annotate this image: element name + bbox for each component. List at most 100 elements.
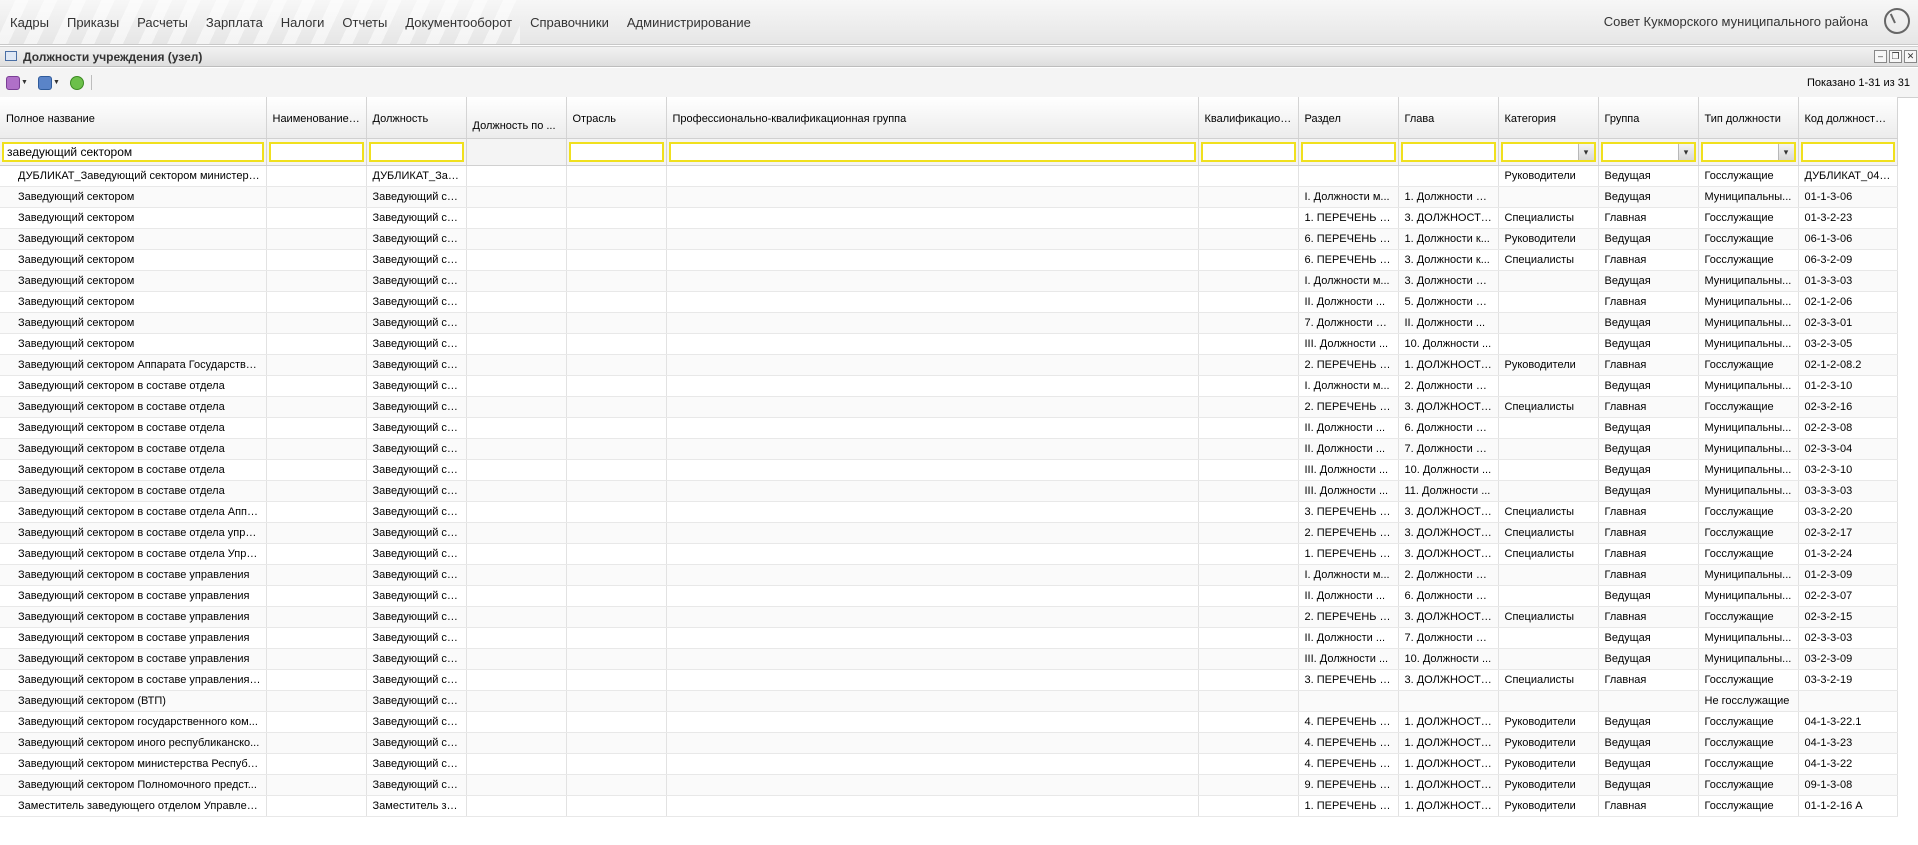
column-header-qualification[interactable]: Квалификацион... bbox=[1198, 97, 1299, 139]
table-cell: I. Должности м... bbox=[1298, 186, 1399, 208]
clock-icon[interactable] bbox=[1884, 8, 1910, 34]
table-row[interactable]: Заведующий сектором Заведующий се... 1. ПЕ… bbox=[0, 207, 1898, 229]
table-cell bbox=[666, 543, 1199, 565]
menu-item-salary[interactable]: Зарплата bbox=[199, 15, 270, 30]
menu-item-staff[interactable]: Кадры bbox=[3, 15, 56, 30]
table-cell: III. Должности ... bbox=[1298, 459, 1399, 481]
table-row[interactable]: Заведующий сектором Заведующий се... 6. ПЕ… bbox=[0, 249, 1898, 271]
table-cell: Госслужащие bbox=[1698, 207, 1799, 229]
dropdown-icon[interactable]: ▾ bbox=[1577, 144, 1594, 160]
table-row[interactable]: Заведующий сектором в составе отдела Заве… bbox=[0, 417, 1898, 439]
table-row[interactable]: Заведующий сектором иного республиканско… bbox=[0, 732, 1898, 754]
table-row[interactable]: Заведующий сектором в составе отдела Заве… bbox=[0, 396, 1898, 418]
table-cell bbox=[266, 438, 367, 460]
table-row[interactable]: Заведующий сектором в составе управления… bbox=[0, 585, 1898, 607]
table-row[interactable]: Заведующий сектором Заведующий се... III. … bbox=[0, 333, 1898, 355]
table-row[interactable]: Заведующий сектором в составе управления… bbox=[0, 564, 1898, 586]
print-button[interactable]: ▼ bbox=[38, 74, 60, 91]
column-header-category[interactable]: Категория bbox=[1498, 97, 1599, 139]
filter-industry-input[interactable] bbox=[568, 142, 664, 162]
menu-item-calculations[interactable]: Расчеты bbox=[130, 15, 195, 30]
table-row[interactable]: Заведующий сектором в составе управления… bbox=[0, 648, 1898, 670]
column-header-full-name[interactable]: Полное название bbox=[0, 97, 267, 139]
table-row[interactable]: Заведующий сектором министерства Республ… bbox=[0, 753, 1898, 775]
table-cell: Заведующий сектором министерства Республ… bbox=[0, 753, 267, 775]
table-row[interactable]: Заведующий сектором Заведующий се... I. До… bbox=[0, 270, 1898, 292]
table-row[interactable]: Заведующий сектором Аппарата Государстве… bbox=[0, 354, 1898, 376]
table-cell bbox=[566, 375, 667, 397]
table-row[interactable]: Заведующий сектором Заведующий се... 7. До… bbox=[0, 312, 1898, 334]
table-row[interactable]: ДУБЛИКАТ_Заведующий сектором министерс..… bbox=[0, 165, 1898, 187]
table-row[interactable]: Заведующий сектором (ВТП) Заведующий се..… bbox=[0, 690, 1898, 712]
table-cell bbox=[466, 396, 567, 418]
filter-category-select[interactable]: ▾ bbox=[1500, 142, 1596, 162]
filter-chapter-input[interactable] bbox=[1400, 142, 1496, 162]
minimize-icon[interactable]: – bbox=[1874, 50, 1887, 63]
table-row[interactable]: Заведующий сектором в составе отдела Заве… bbox=[0, 375, 1898, 397]
table-row[interactable]: Заведующий сектором в составе управления… bbox=[0, 627, 1898, 649]
filter-section-input[interactable] bbox=[1300, 142, 1396, 162]
table-cell: II. Должности ... bbox=[1298, 291, 1399, 313]
table-cell: 3. ДОЛЖНОСТИ... bbox=[1398, 501, 1499, 523]
menu-item-taxes[interactable]: Налоги bbox=[274, 15, 332, 30]
menu-item-administration[interactable]: Администрирование bbox=[620, 15, 758, 30]
table-cell: Руководители bbox=[1498, 165, 1599, 187]
table-row[interactable]: Заведующий сектором государственного ком… bbox=[0, 711, 1898, 733]
table-cell: Госслужащие bbox=[1698, 711, 1799, 733]
dropdown-icon[interactable]: ▾ bbox=[1777, 144, 1794, 160]
column-header-qualification-group[interactable]: Профессионально-квалификационная группа bbox=[666, 97, 1199, 139]
column-header-industry[interactable]: Отрасль bbox=[566, 97, 667, 139]
table-cell: 3. ДОЛЖНОСТИ... bbox=[1398, 522, 1499, 544]
filter-position-code-input[interactable] bbox=[1800, 142, 1895, 162]
table-row[interactable]: Заведующий сектором Заведующий се... I. До… bbox=[0, 186, 1898, 208]
table-cell: 03-2-3-05 bbox=[1798, 333, 1898, 355]
table-row[interactable]: Заместитель заведующего отделом Управлен… bbox=[0, 795, 1898, 817]
filter-position-type-select[interactable]: ▾ bbox=[1700, 142, 1796, 162]
close-icon[interactable]: ✕ bbox=[1904, 50, 1917, 63]
table-cell: Ведущая bbox=[1598, 165, 1699, 187]
restore-icon[interactable]: ❐ bbox=[1889, 50, 1902, 63]
column-header-position-code[interactable]: Код должности ... bbox=[1798, 97, 1898, 139]
table-row[interactable]: Заведующий сектором в составе отдела упр… bbox=[0, 522, 1898, 544]
filter-position-input[interactable] bbox=[368, 142, 464, 162]
column-header-group[interactable]: Группа bbox=[1598, 97, 1699, 139]
filter-group-select[interactable]: ▾ bbox=[1600, 142, 1696, 162]
filter-name-input[interactable] bbox=[268, 142, 364, 162]
window-icon bbox=[5, 51, 17, 61]
filter-qualification-group-input[interactable] bbox=[668, 142, 1196, 162]
table-cell: Заведующий сектором в составе управления bbox=[0, 585, 267, 607]
column-header-section[interactable]: Раздел bbox=[1298, 97, 1399, 139]
table-row[interactable]: Заведующий сектором Полномочного предст.… bbox=[0, 774, 1898, 796]
menu-item-reports[interactable]: Отчеты bbox=[335, 15, 394, 30]
table-row[interactable]: Заведующий сектором в составе управления… bbox=[0, 669, 1898, 691]
table-row[interactable]: Заведующий сектором в составе отдела Апп… bbox=[0, 501, 1898, 523]
column-header-position-type[interactable]: Тип должности bbox=[1698, 97, 1799, 139]
table-cell bbox=[466, 333, 567, 355]
column-header-name[interactable]: Наименование ... bbox=[266, 97, 367, 139]
table-cell bbox=[566, 795, 667, 817]
table-row[interactable]: Заведующий сектором в составе отдела Заве… bbox=[0, 480, 1898, 502]
refresh-button[interactable] bbox=[70, 74, 84, 91]
menu-item-document-flow[interactable]: Документооборот bbox=[398, 15, 519, 30]
filter-full-name-input[interactable] bbox=[2, 142, 264, 162]
table-row[interactable]: Заведующий сектором в составе отдела Заве… bbox=[0, 459, 1898, 481]
table-row[interactable]: Заведующий сектором в составе отдела Упр… bbox=[0, 543, 1898, 565]
menu-item-directories[interactable]: Справочники bbox=[523, 15, 616, 30]
table-cell: II. Должности ... bbox=[1298, 585, 1399, 607]
filter-qualification-input[interactable] bbox=[1200, 142, 1296, 162]
table-cell: 3. Должности м... bbox=[1398, 270, 1499, 292]
dropdown-icon[interactable]: ▾ bbox=[1677, 144, 1694, 160]
add-button[interactable]: ▼ bbox=[6, 74, 28, 91]
table-cell: 9. ПЕРЕЧЕНЬ Д... bbox=[1298, 774, 1399, 796]
table-cell bbox=[1198, 606, 1299, 628]
table-row[interactable]: Заведующий сектором Заведующий се... 6. ПЕ… bbox=[0, 228, 1898, 250]
table-cell bbox=[1198, 564, 1299, 586]
table-cell: 1. Должности к... bbox=[1398, 228, 1499, 250]
table-row[interactable]: Заведующий сектором Заведующий се... II. Д… bbox=[0, 291, 1898, 313]
column-header-position-by[interactable]: Должность по ... bbox=[466, 97, 567, 139]
table-row[interactable]: Заведующий сектором в составе управления… bbox=[0, 606, 1898, 628]
menu-item-orders[interactable]: Приказы bbox=[60, 15, 126, 30]
column-header-position[interactable]: Должность bbox=[366, 97, 467, 139]
table-row[interactable]: Заведующий сектором в составе отдела Заве… bbox=[0, 438, 1898, 460]
column-header-chapter[interactable]: Глава bbox=[1398, 97, 1499, 139]
